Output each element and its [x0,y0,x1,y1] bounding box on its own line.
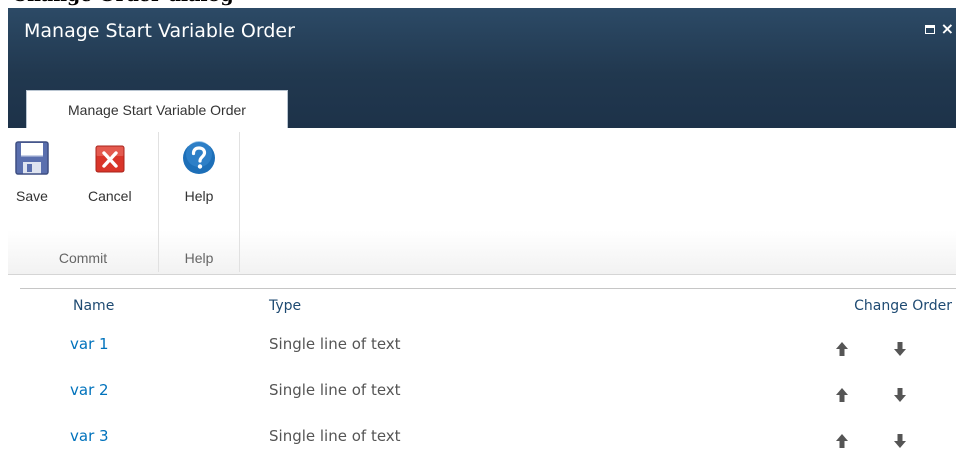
maximize-icon[interactable] [924,24,935,34]
arrow-up-icon[interactable] [835,387,849,403]
help-group-label: Help [184,250,214,266]
table-row: var 3 Single line of text [20,417,956,463]
variable-type: Single line of text [269,381,401,399]
arrow-down-icon[interactable] [893,341,907,357]
variable-type: Single line of text [269,427,401,445]
variable-name-link[interactable]: var 1 [70,335,109,353]
column-header-name: Name [73,298,115,314]
ribbon: Save Cancel Commit Help Help [8,128,956,275]
tab-manage-start-variable-order[interactable]: Manage Start Variable Order [26,90,288,128]
table-row: var 1 Single line of text [20,325,956,371]
help-label: Help [184,188,214,204]
question-mark-icon [183,141,215,174]
table-header: Name Type Change Order [20,288,956,323]
help-button[interactable]: Help [181,140,217,204]
table-row: var 2 Single line of text [20,371,956,417]
commit-group-label: Commit [58,250,108,266]
variable-name-link[interactable]: var 3 [70,427,109,445]
dialog-title: Manage Start Variable Order [24,20,295,42]
arrow-up-icon[interactable] [835,341,849,357]
save-label: Save [16,188,48,204]
arrow-down-icon[interactable] [893,387,907,403]
ribbon-group-commit: Save Cancel Commit [8,132,159,272]
column-header-change-order: Change Order [854,298,952,314]
close-icon[interactable]: × [941,21,954,37]
window-controls: × [924,21,954,37]
page-caption: Change Order dialog [12,0,234,8]
cancel-label: Cancel [88,188,132,204]
cancel-button[interactable]: Cancel [88,140,132,204]
ribbon-group-help: Help Help [159,132,240,272]
save-button[interactable]: Save [14,140,50,204]
arrow-down-icon[interactable] [893,433,907,449]
variable-type: Single line of text [269,335,401,353]
variable-name-link[interactable]: var 2 [70,381,109,399]
floppy-disk-icon [15,141,49,175]
red-x-icon [95,145,125,173]
arrow-up-icon[interactable] [835,433,849,449]
column-header-type: Type [269,298,302,314]
